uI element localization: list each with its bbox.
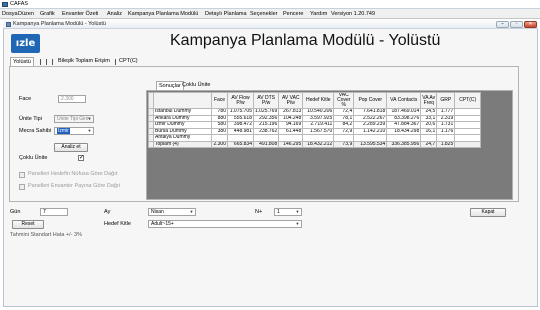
- app-title: CAFAS: [10, 1, 29, 7]
- table-cell[interactable]: 1.025.769: [252, 108, 280, 116]
- panel-envanter-payi-checkbox[interactable]: [19, 184, 25, 190]
- menu-duzen[interactable]: Düzen: [18, 10, 34, 19]
- table-cell[interactable]: 267.813: [278, 108, 304, 116]
- app-titlebar: [0, 0, 540, 9]
- standard-error-note: Tahmini Standart Hata +/- 3%: [10, 232, 82, 238]
- col-header-grp[interactable]: GRP: [436, 92, 456, 109]
- unite-tipi-select[interactable]: Ünite Tipi Girin ▼: [54, 115, 94, 123]
- menu-analiz[interactable]: Analiz: [107, 10, 122, 19]
- col-header-cpt[interactable]: CPT(C): [454, 92, 482, 109]
- app-icon: [2, 2, 8, 7]
- menu-kampanya-planlama[interactable]: Kampanya Planlama Modülü: [128, 10, 198, 19]
- col-header-face[interactable]: Face: [211, 92, 228, 109]
- chevron-down-icon: ▼: [295, 221, 300, 226]
- mecra-sahibi-value: Izmir: [57, 128, 70, 134]
- tab-bilesik-toplam-erisim[interactable]: Bileşik Toplam Erişim: [56, 57, 112, 65]
- table-cell[interactable]: 336.385.956: [386, 140, 422, 148]
- results-grid[interactable]: Face AV Flow P/w AV DTS P/w AV VAC P/w H…: [148, 92, 482, 148]
- table-cell[interactable]: 146.295: [278, 140, 304, 148]
- analiz-et-button[interactable]: Analiz et: [54, 143, 88, 152]
- tab-separator: [40, 59, 41, 65]
- ay-label: Ay: [104, 209, 111, 215]
- menu-grafik[interactable]: Grafik: [40, 10, 55, 19]
- table-cell[interactable]: [454, 140, 482, 148]
- table-cell[interactable]: 18.432.212: [302, 140, 335, 148]
- unite-tipi-label: Ünite Tipi: [19, 116, 42, 122]
- table-cell[interactable]: 73,9: [333, 140, 355, 148]
- ay-select[interactable]: Nisan ▼: [148, 208, 196, 216]
- window-title: Kampanya Planlama Modülü - Yolüstü: [13, 21, 106, 27]
- table-cell[interactable]: 2.300: [211, 140, 228, 148]
- page-title: Kampanya Planlama Modülü - Yolüstü: [170, 32, 441, 49]
- tab-separator: [52, 59, 53, 65]
- table-cell[interactable]: 1.075.705: [227, 108, 254, 116]
- menu-yardim[interactable]: Yardım: [310, 10, 327, 19]
- col-header-hedef-kitle[interactable]: Hedef Kitle: [302, 92, 335, 109]
- table-cell[interactable]: 104.248: [278, 114, 304, 122]
- chevron-down-icon: ▼: [87, 128, 92, 133]
- col-header-vac-cover[interactable]: VAC Cover %: [333, 92, 355, 109]
- menu-pencere[interactable]: Pencere: [283, 10, 304, 19]
- panel-hedef-nufus-label: Panelleri Hedefin Nüfusa Göre Dağıt: [28, 171, 118, 177]
- tab-separator: [46, 59, 47, 65]
- hedef-kitle-select[interactable]: Adult~15+ ▼: [148, 220, 302, 228]
- mecra-sahibi-label: Mecra Sahibi: [19, 128, 52, 134]
- hedef-kitle-value: Adult~15+: [151, 221, 174, 227]
- col-header-av-vac[interactable]: AV VAC P/w: [278, 92, 304, 109]
- tab-separator: [115, 59, 116, 65]
- table-cell[interactable]: 187.469.014: [386, 108, 422, 116]
- menu-envanter-ozeti[interactable]: Envanter Özeti: [62, 10, 98, 19]
- grid-header-row: Face AV Flow P/w AV DTS P/w AV VAC P/w H…: [148, 92, 482, 109]
- hedef-kitle-label: Hedef Kitle: [104, 221, 131, 227]
- mecra-sahibi-select[interactable]: Izmir ▼: [54, 127, 94, 135]
- close-button[interactable]: ✕: [524, 21, 537, 28]
- col-header-pop-cover[interactable]: Pop Cover: [353, 92, 388, 109]
- table-total-row[interactable]: Toplam (4) 2.300 665.834 491.808 146.295 18.4…: [148, 140, 482, 148]
- table-cell[interactable]: 13.595.534: [353, 140, 388, 148]
- col-header-av-flow[interactable]: AV Flow P/w: [227, 92, 254, 109]
- panel-envanter-payi-label: Panelleri Envanter Payına Göre Dağıt: [28, 183, 121, 189]
- table-cell[interactable]: 24,7: [420, 140, 438, 148]
- coklu-unite-checkbox[interactable]: ✓: [78, 155, 84, 161]
- panel-hedef-nufus-checkbox[interactable]: [19, 172, 25, 178]
- col-header-va-contacts[interactable]: VA Contacts: [386, 92, 422, 109]
- menu-secenekler[interactable]: Seçenekler: [250, 10, 278, 19]
- face-field[interactable]: 2.300: [58, 95, 86, 103]
- unite-tipi-value: Ünite Tipi Girin: [57, 116, 90, 122]
- n-plus-value: 1: [277, 209, 280, 215]
- kapat-button[interactable]: Kapat: [470, 208, 506, 217]
- chevron-down-icon: ▼: [87, 116, 92, 121]
- tab-cpt[interactable]: CPT(C): [117, 57, 140, 65]
- menu-detayli-planlama[interactable]: Detaylı Planlama: [205, 10, 247, 19]
- gun-field[interactable]: 7: [40, 208, 68, 216]
- window-icon: [6, 22, 11, 27]
- face-label: Face: [19, 96, 32, 102]
- menu-dosya[interactable]: Dosya: [2, 10, 18, 19]
- ay-value: Nisan: [151, 209, 164, 215]
- gun-label: Gün: [10, 209, 21, 215]
- chevron-down-icon: ▼: [295, 209, 300, 214]
- tab-coklu-unite[interactable]: Çoklu Ünite: [180, 81, 212, 89]
- reset-button[interactable]: Reset: [12, 220, 44, 229]
- col-header-name[interactable]: [153, 92, 212, 109]
- table-cell[interactable]: 491.808: [252, 140, 280, 148]
- minimize-button[interactable]: ‒: [496, 21, 509, 28]
- chevron-down-icon: ▼: [189, 209, 194, 214]
- tab-yolustu[interactable]: Yolüstü: [10, 57, 34, 66]
- n-plus-select[interactable]: 1 ▼: [274, 208, 302, 216]
- table-cell[interactable]: 1.825: [436, 140, 456, 148]
- maximize-button[interactable]: ▫: [510, 21, 523, 28]
- n-plus-label: N+: [255, 209, 263, 215]
- table-cell[interactable]: 10.540.206: [302, 108, 335, 116]
- izle-logo: ızle: [11, 34, 40, 53]
- table-cell[interactable]: 665.834: [227, 140, 254, 148]
- col-header-av-dts[interactable]: AV DTS P/w: [252, 92, 280, 109]
- menu-version: Versiyon 1.20.749: [331, 11, 376, 17]
- coklu-unite-label: Çoklu Ünite: [19, 155, 48, 161]
- col-header-va-av-freq[interactable]: VA Av Freq: [420, 92, 438, 109]
- table-cell[interactable]: Toplam (4): [153, 140, 212, 148]
